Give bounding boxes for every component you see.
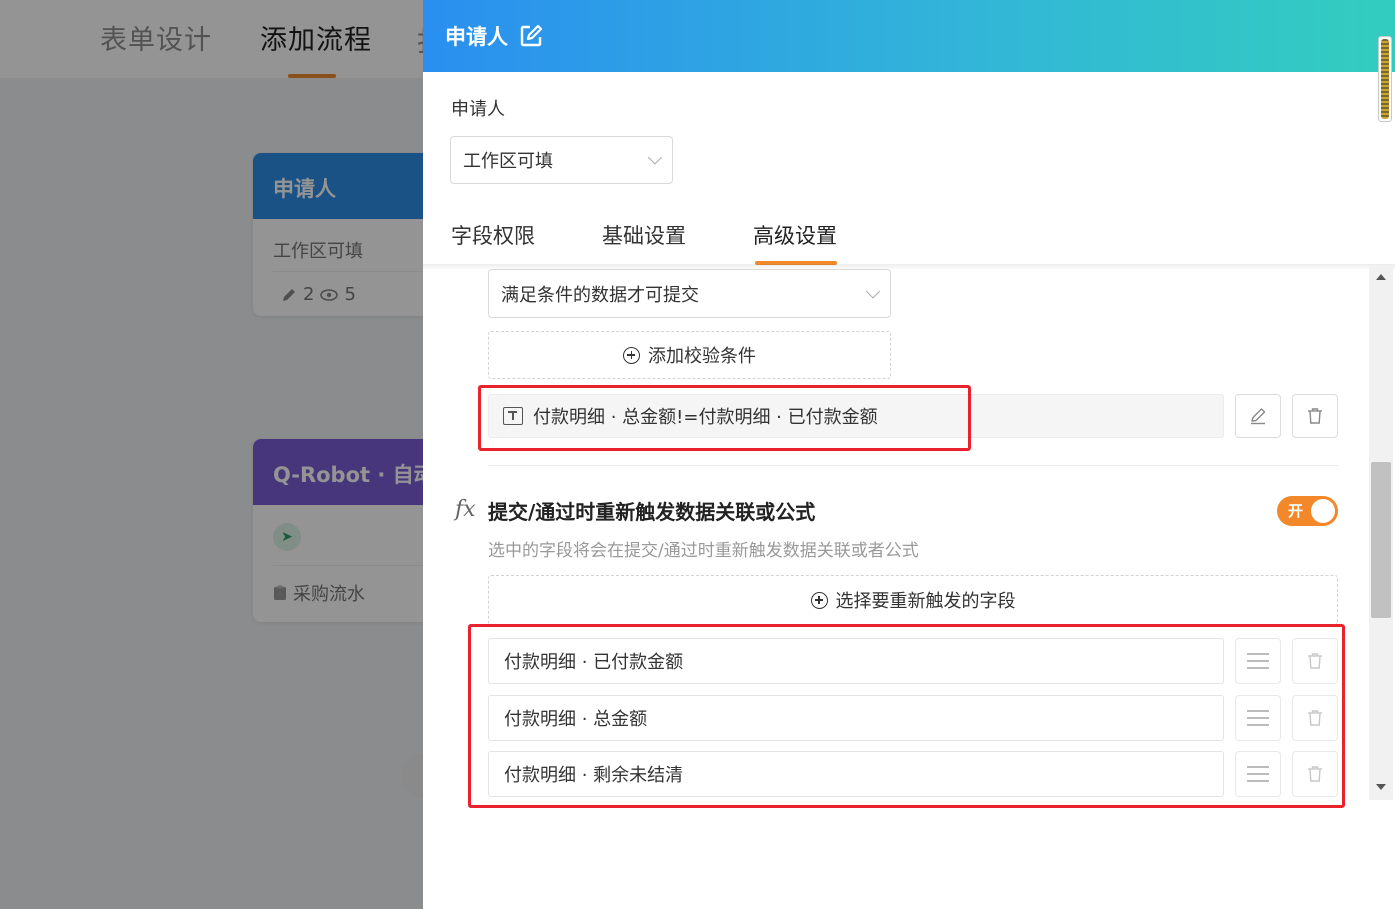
drag-handle-icon bbox=[1247, 709, 1269, 727]
node-settings-drawer: 申请人 申请人 工作区可填 字段权限 基础设置 高级设置 满足条件的数据才可提交… bbox=[423, 0, 1395, 909]
drawer-scrollbar[interactable] bbox=[1378, 36, 1392, 122]
section-divider bbox=[488, 465, 1338, 466]
drag-handle[interactable] bbox=[1235, 751, 1281, 797]
fx-icon: fx bbox=[455, 497, 476, 522]
field-label: 付款明细 · 已付款金额 bbox=[504, 652, 684, 673]
content-scrollbar-thumb[interactable] bbox=[1371, 462, 1391, 618]
content-scrollbar[interactable] bbox=[1369, 266, 1393, 800]
chevron-down-icon bbox=[647, 150, 663, 165]
trash-icon bbox=[1308, 710, 1322, 726]
modal-backdrop[interactable] bbox=[0, 0, 423, 909]
text-field-icon bbox=[503, 407, 523, 425]
edit-rule-button[interactable] bbox=[1235, 394, 1281, 438]
delete-field-button[interactable] bbox=[1292, 695, 1338, 741]
select-fields-label: 选择要重新触发的字段 bbox=[835, 591, 1016, 612]
trash-icon bbox=[1308, 653, 1322, 669]
drawer-title: 申请人 bbox=[445, 25, 508, 49]
applicant-label: 申请人 bbox=[451, 99, 505, 120]
drag-handle-icon bbox=[1247, 765, 1269, 783]
validation-mode-value: 满足条件的数据才可提交 bbox=[501, 284, 699, 306]
retrigger-field-row[interactable]: 付款明细 · 总金额 bbox=[488, 695, 1224, 741]
permission-select[interactable]: 工作区可填 bbox=[450, 136, 673, 184]
toggle-knob bbox=[1311, 499, 1335, 523]
retrigger-toggle[interactable]: 开 bbox=[1277, 496, 1338, 526]
drag-handle[interactable] bbox=[1235, 695, 1281, 741]
settings-tabs: 字段权限 基础设置 高级设置 bbox=[423, 210, 1395, 266]
chevron-down-icon bbox=[865, 283, 881, 299]
retrigger-field-row[interactable]: 付款明细 · 剩余未结清 bbox=[488, 751, 1224, 797]
toggle-label: 开 bbox=[1288, 502, 1304, 520]
select-retrigger-fields-button[interactable]: 选择要重新触发的字段 bbox=[488, 575, 1338, 625]
drag-handle-icon bbox=[1247, 652, 1269, 670]
pencil-icon bbox=[1251, 408, 1266, 425]
field-label: 付款明细 · 剩余未结清 bbox=[504, 765, 684, 786]
delete-field-button[interactable] bbox=[1292, 638, 1338, 684]
validation-mode-select[interactable]: 满足条件的数据才可提交 bbox=[488, 269, 891, 318]
field-label: 付款明细 · 总金额 bbox=[504, 709, 648, 730]
validation-rule-row[interactable]: 付款明细 · 总金额!=付款明细 · 已付款金额 bbox=[488, 394, 1224, 438]
tab-advanced-settings[interactable]: 高级设置 bbox=[753, 220, 837, 250]
retrigger-field-row[interactable]: 付款明细 · 已付款金额 bbox=[488, 638, 1224, 684]
scroll-up-arrow-icon[interactable] bbox=[1376, 274, 1386, 280]
tab-field-permissions[interactable]: 字段权限 bbox=[451, 220, 535, 250]
drawer-header: 申请人 bbox=[423, 0, 1395, 72]
scroll-down-arrow-icon[interactable] bbox=[1376, 784, 1386, 790]
delete-rule-button[interactable] bbox=[1292, 394, 1338, 438]
trash-icon bbox=[1308, 766, 1322, 782]
delete-field-button[interactable] bbox=[1292, 751, 1338, 797]
trash-icon bbox=[1308, 408, 1322, 424]
plus-circle-icon bbox=[623, 346, 640, 364]
drag-handle[interactable] bbox=[1235, 638, 1281, 684]
drawer-scrollbar-thumb[interactable] bbox=[1381, 39, 1389, 119]
plus-circle-icon bbox=[810, 591, 828, 609]
retrigger-section-title: 提交/通过时重新触发数据关联或公式 bbox=[488, 500, 816, 524]
add-validation-label: 添加校验条件 bbox=[648, 346, 756, 367]
retrigger-section-description: 选中的字段将会在提交/通过时重新触发数据关联或者公式 bbox=[488, 541, 919, 561]
edit-icon[interactable] bbox=[519, 24, 543, 48]
tab-basic-settings[interactable]: 基础设置 bbox=[602, 220, 686, 250]
add-validation-condition-button[interactable]: 添加校验条件 bbox=[488, 331, 891, 379]
permission-select-value: 工作区可填 bbox=[463, 151, 553, 172]
validation-rule-text: 付款明细 · 总金额!=付款明细 · 已付款金额 bbox=[533, 407, 878, 428]
